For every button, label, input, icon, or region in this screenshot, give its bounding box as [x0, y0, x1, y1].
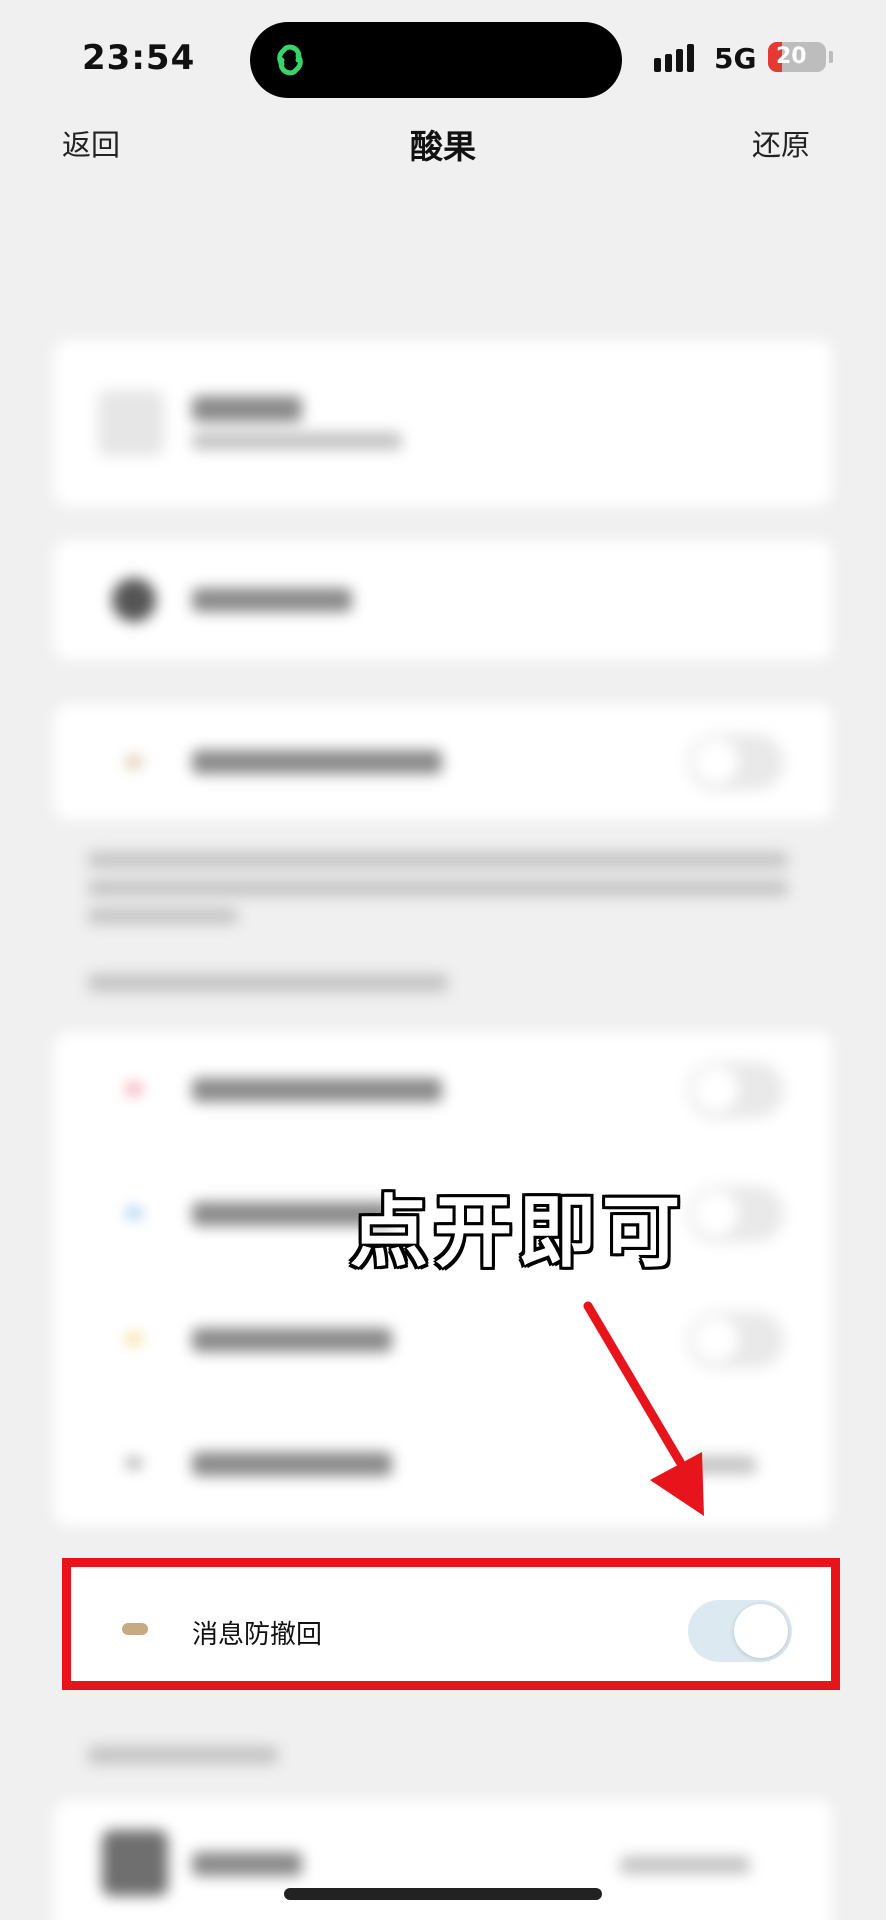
red-arrow-icon — [583, 1301, 704, 1516]
home-indicator[interactable] — [284, 1888, 602, 1900]
